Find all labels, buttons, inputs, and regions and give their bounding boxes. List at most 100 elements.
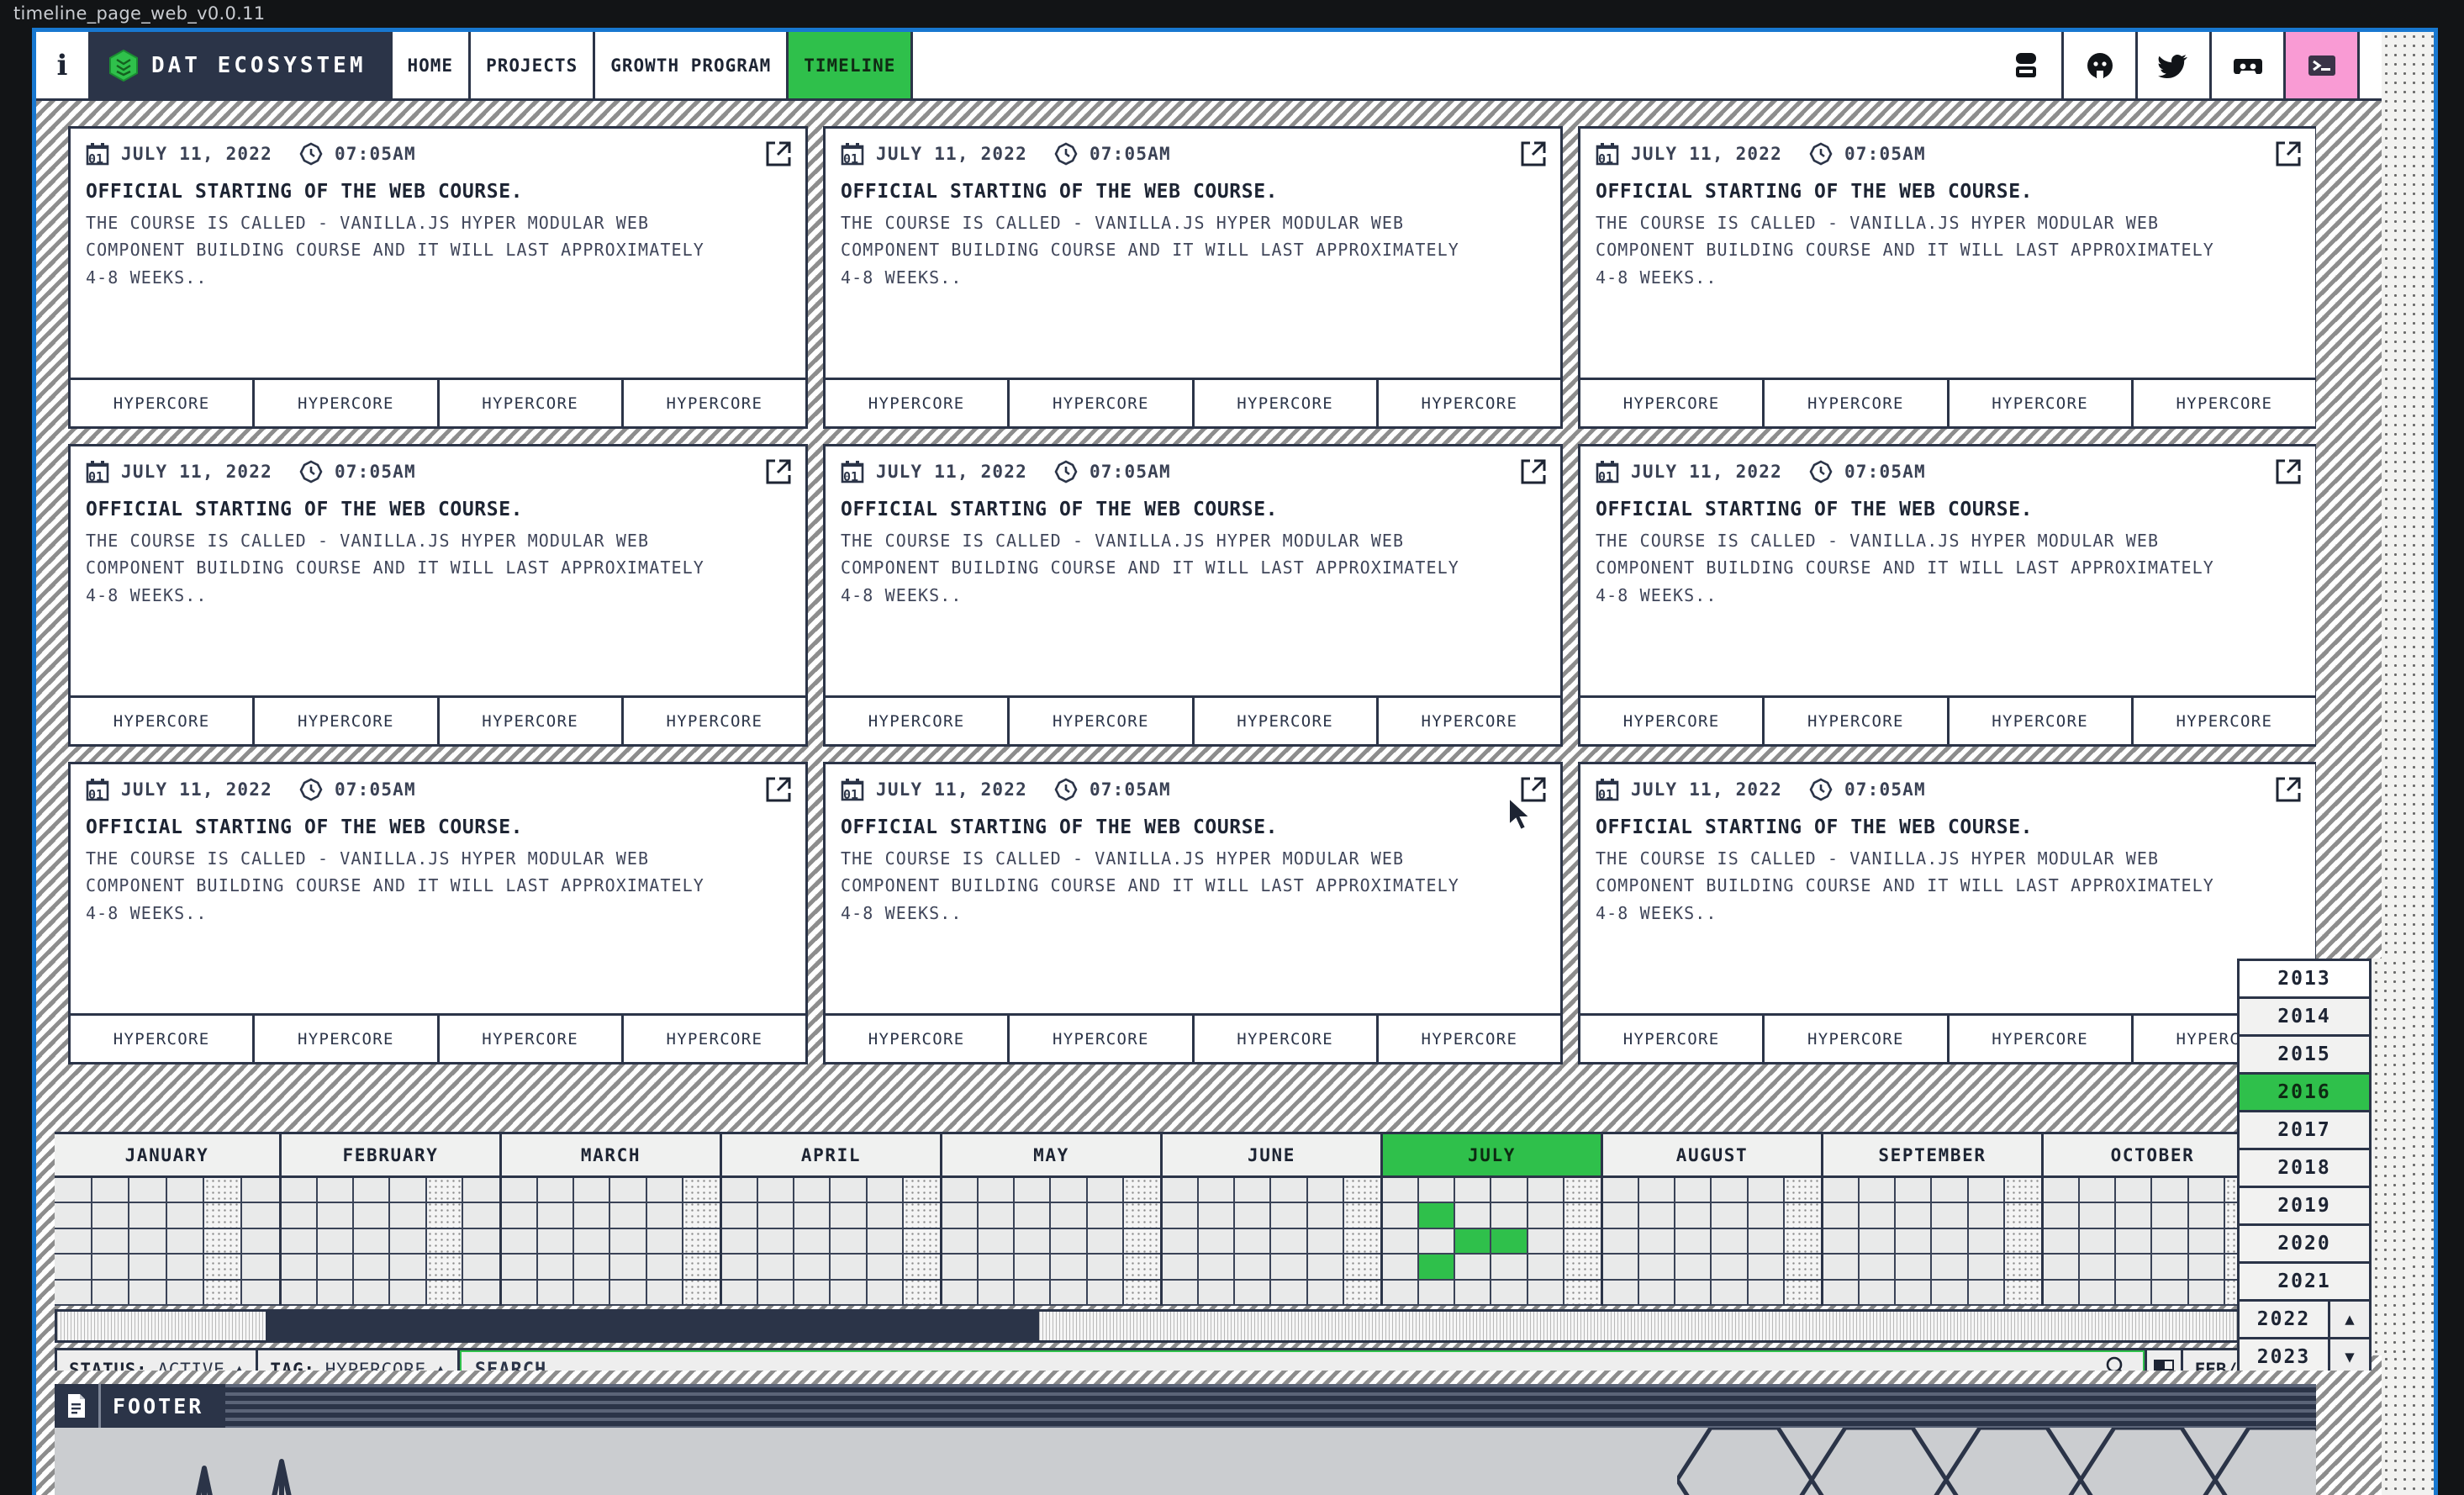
timeline-empty-cell[interactable] bbox=[646, 1255, 682, 1281]
timeline-event-cell[interactable] bbox=[1491, 1228, 1527, 1255]
timeline-empty-cell[interactable] bbox=[646, 1203, 682, 1229]
timeline-empty-cell[interactable] bbox=[831, 1281, 866, 1306]
timeline-empty-cell[interactable] bbox=[1748, 1281, 1783, 1306]
timeline-empty-cell[interactable] bbox=[1527, 1178, 1563, 1204]
card-tag[interactable]: HYPERCORE bbox=[440, 698, 624, 744]
day-column[interactable] bbox=[1015, 1178, 1052, 1306]
day-column[interactable] bbox=[683, 1178, 720, 1306]
timeline-empty-cell[interactable] bbox=[831, 1203, 866, 1229]
day-column[interactable] bbox=[1639, 1178, 1676, 1306]
day-column[interactable] bbox=[1823, 1178, 1860, 1306]
timeline-empty-cell[interactable] bbox=[1051, 1203, 1086, 1229]
timeline-empty-cell[interactable] bbox=[979, 1255, 1014, 1281]
timeline-empty-cell[interactable] bbox=[1564, 1203, 1601, 1229]
timeline-empty-cell[interactable] bbox=[204, 1281, 240, 1306]
timeline-empty-cell[interactable] bbox=[1383, 1178, 1418, 1204]
timeline-empty-cell[interactable] bbox=[1163, 1255, 1198, 1281]
timeline-empty-cell[interactable] bbox=[1491, 1255, 1527, 1281]
card-tag[interactable]: HYPERCORE bbox=[1950, 698, 2134, 744]
timeline-empty-cell[interactable] bbox=[942, 1178, 978, 1204]
tag-filter[interactable]: TAG: HYPERCORE ▲ bbox=[258, 1350, 460, 1371]
day-column[interactable] bbox=[129, 1178, 167, 1306]
timeline-empty-cell[interactable] bbox=[282, 1255, 317, 1281]
timeline-empty-cell[interactable] bbox=[574, 1281, 609, 1306]
day-column[interactable] bbox=[1307, 1178, 1344, 1306]
timeline-empty-cell[interactable] bbox=[1823, 1281, 1859, 1306]
timeline-empty-cell[interactable] bbox=[502, 1281, 537, 1306]
timeline-empty-cell[interactable] bbox=[1199, 1203, 1234, 1229]
timeline-empty-cell[interactable] bbox=[574, 1178, 609, 1204]
timeline-empty-cell[interactable] bbox=[538, 1229, 573, 1255]
day-column[interactable] bbox=[1051, 1178, 1088, 1306]
timeline-empty-cell[interactable] bbox=[166, 1178, 203, 1204]
timeline-card[interactable]: JULY 11, 2022 07:05AM 01 OFFICIAL STARTING … bbox=[68, 762, 808, 1064]
timeline-empty-cell[interactable] bbox=[903, 1281, 940, 1306]
card-tag[interactable]: HYPERCORE bbox=[1010, 1016, 1195, 1062]
year-scroll-down-button[interactable]: ▼ bbox=[2330, 1339, 2369, 1371]
timeline-empty-cell[interactable] bbox=[2004, 1178, 2041, 1204]
timeline-empty-cell[interactable] bbox=[1087, 1178, 1122, 1204]
timeline-empty-cell[interactable] bbox=[390, 1281, 425, 1306]
timeline-empty-cell[interactable] bbox=[610, 1203, 646, 1229]
timeline-empty-cell[interactable] bbox=[1896, 1229, 1931, 1255]
timeline-card[interactable]: JULY 11, 2022 07:05AM 01 OFFICIAL STARTING … bbox=[1578, 762, 2316, 1064]
timeline-card[interactable]: JULY 11, 2022 07:05AM 01 OFFICIAL STARTING … bbox=[1578, 444, 2316, 747]
timeline-empty-cell[interactable] bbox=[1968, 1203, 2003, 1229]
timeline-event-cell[interactable] bbox=[1419, 1255, 1454, 1281]
card-tag[interactable]: HYPERCORE bbox=[826, 380, 1010, 426]
timeline-empty-cell[interactable] bbox=[1712, 1203, 1747, 1229]
year-item[interactable]: 2021 bbox=[2240, 1264, 2369, 1302]
timeline-empty-cell[interactable] bbox=[831, 1255, 866, 1281]
external-link-icon[interactable] bbox=[1520, 458, 1547, 485]
card-tag[interactable]: HYPERCORE bbox=[826, 1016, 1010, 1062]
day-column[interactable] bbox=[1527, 1178, 1564, 1306]
timeline-empty-cell[interactable] bbox=[1307, 1203, 1343, 1229]
timeline-empty-cell[interactable] bbox=[1235, 1178, 1270, 1204]
timeline-empty-cell[interactable] bbox=[318, 1178, 353, 1204]
card-tag[interactable]: HYPERCORE bbox=[71, 1016, 256, 1062]
timeline-empty-cell[interactable] bbox=[129, 1229, 166, 1255]
card-tag[interactable]: HYPERCORE bbox=[2134, 380, 2315, 426]
timeline-empty-cell[interactable] bbox=[2152, 1229, 2187, 1255]
timeline-empty-cell[interactable] bbox=[2116, 1178, 2151, 1204]
timeline-empty-cell[interactable] bbox=[1051, 1281, 1086, 1306]
timeline-empty-cell[interactable] bbox=[1968, 1255, 2003, 1281]
timeline-empty-cell[interactable] bbox=[55, 1229, 91, 1255]
month-header-cell[interactable]: SEPTEMBER bbox=[1823, 1134, 2044, 1178]
timeline-empty-cell[interactable] bbox=[2152, 1178, 2187, 1204]
timeline-empty-cell[interactable] bbox=[1163, 1203, 1198, 1229]
card-tag[interactable]: HYPERCORE bbox=[1379, 1016, 1560, 1062]
timeline-empty-cell[interactable] bbox=[2080, 1255, 2115, 1281]
timeline-empty-cell[interactable] bbox=[1823, 1178, 1859, 1204]
day-column[interactable] bbox=[1748, 1178, 1785, 1306]
twitter-icon[interactable] bbox=[2138, 32, 2212, 98]
timeline-empty-cell[interactable] bbox=[867, 1203, 902, 1229]
timeline-empty-cell[interactable] bbox=[2044, 1203, 2079, 1229]
timeline-empty-cell[interactable] bbox=[1932, 1229, 1967, 1255]
timeline-empty-cell[interactable] bbox=[166, 1255, 203, 1281]
timeline-empty-cell[interactable] bbox=[462, 1255, 499, 1281]
timeline-empty-cell[interactable] bbox=[1199, 1281, 1234, 1306]
card-tag[interactable]: HYPERCORE bbox=[1950, 1016, 2134, 1062]
timeline-empty-cell[interactable] bbox=[722, 1255, 757, 1281]
timeline-empty-cell[interactable] bbox=[610, 1178, 646, 1204]
timeline-empty-cell[interactable] bbox=[166, 1203, 203, 1229]
timeline-empty-cell[interactable] bbox=[867, 1229, 902, 1255]
card-tag[interactable]: HYPERCORE bbox=[624, 1016, 805, 1062]
timeline-empty-cell[interactable] bbox=[354, 1203, 389, 1229]
day-column[interactable] bbox=[1860, 1178, 1897, 1306]
timeline-empty-cell[interactable] bbox=[942, 1203, 978, 1229]
timeline-empty-cell[interactable] bbox=[204, 1178, 240, 1204]
timeline-empty-cell[interactable] bbox=[1199, 1178, 1234, 1204]
timeline-empty-cell[interactable] bbox=[1271, 1203, 1306, 1229]
timeline-empty-cell[interactable] bbox=[426, 1281, 462, 1306]
timeline-empty-cell[interactable] bbox=[2188, 1281, 2224, 1306]
day-column[interactable] bbox=[282, 1178, 319, 1306]
timeline-card[interactable]: JULY 11, 2022 07:05AM 01 OFFICIAL STARTING … bbox=[823, 762, 1563, 1064]
timeline-empty-cell[interactable] bbox=[1015, 1203, 1050, 1229]
timeline-empty-cell[interactable] bbox=[683, 1281, 720, 1306]
timeline-empty-cell[interactable] bbox=[758, 1229, 794, 1255]
timeline-empty-cell[interactable] bbox=[1932, 1178, 1967, 1204]
timeline-empty-cell[interactable] bbox=[758, 1203, 794, 1229]
timeline-empty-cell[interactable] bbox=[1123, 1178, 1160, 1204]
